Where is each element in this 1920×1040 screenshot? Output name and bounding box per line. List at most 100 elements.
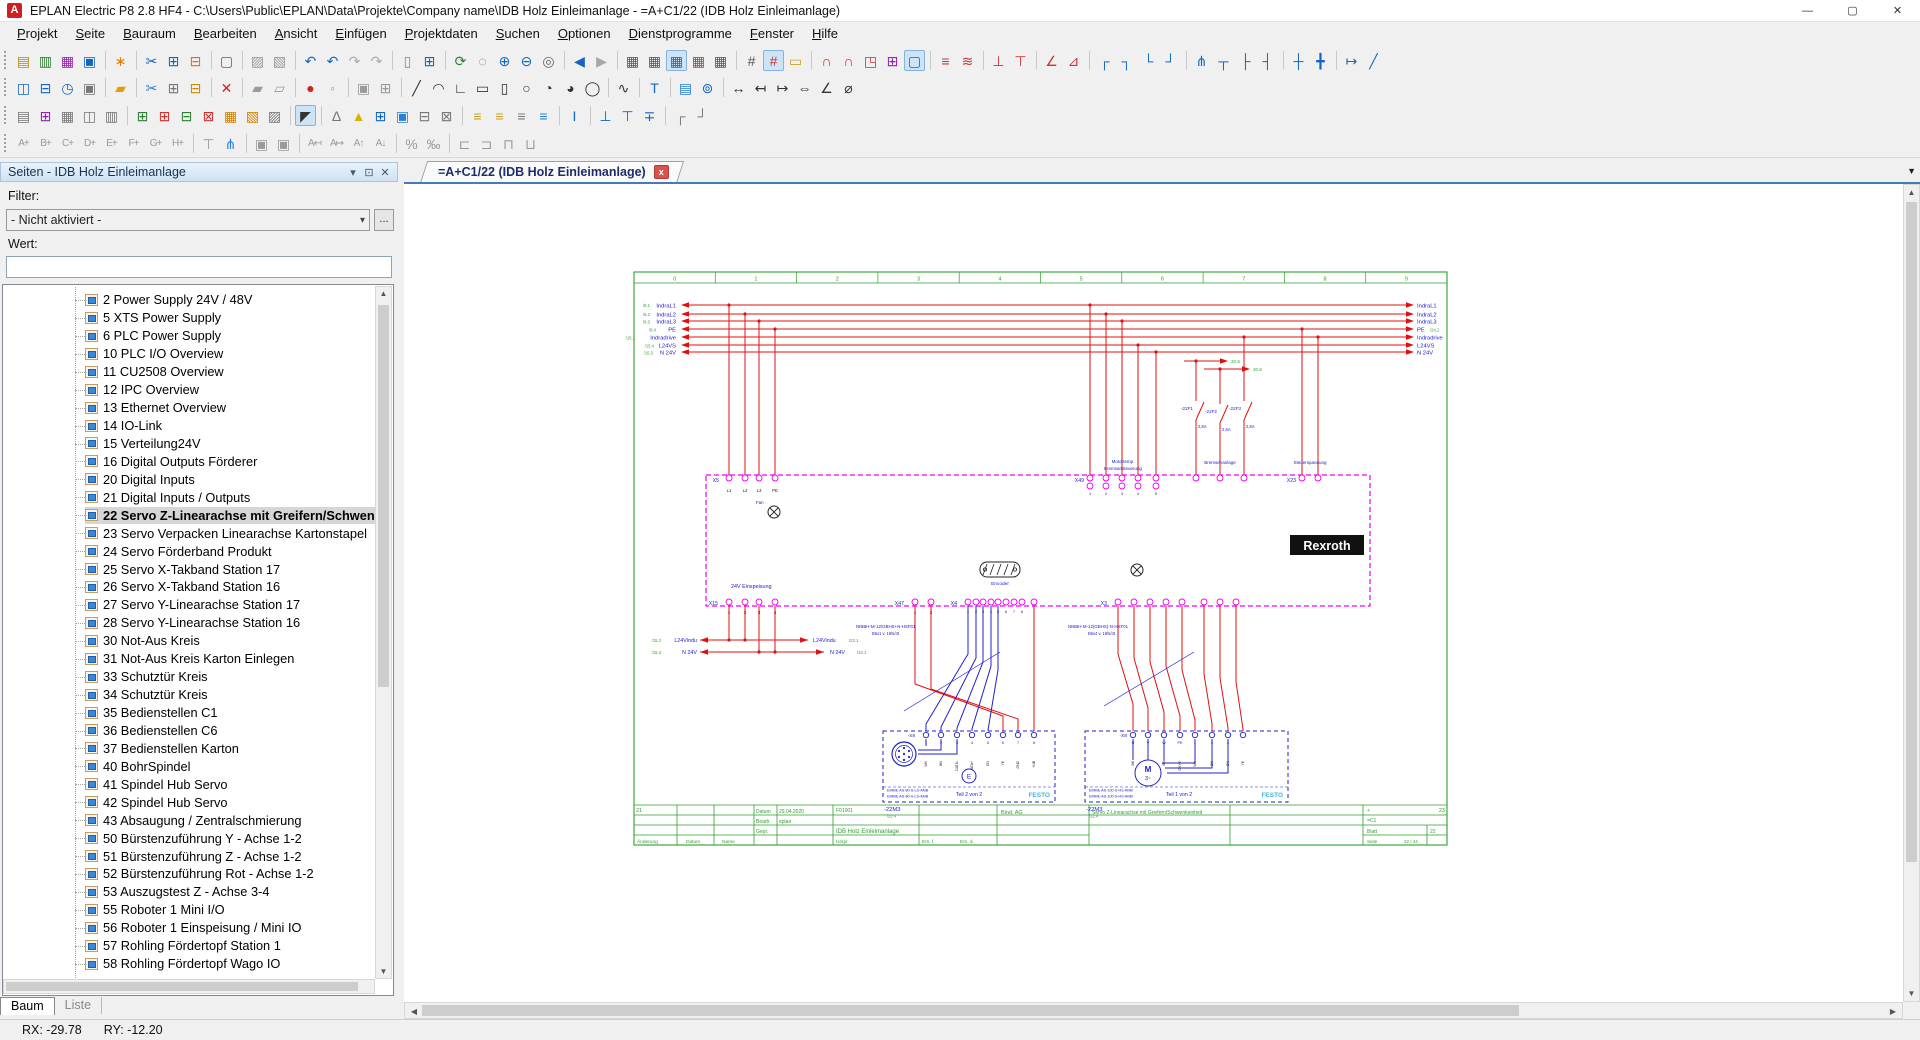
warning-icon[interactable]: ▲ (348, 105, 369, 126)
ellipse-icon[interactable]: ◯ (582, 77, 603, 98)
grip-br-icon[interactable]: ┘ (692, 105, 713, 126)
layers-4-icon[interactable]: ≡ (533, 105, 554, 126)
tree-item-page[interactable]: 42 Spindel Hub Servo (4, 793, 376, 811)
layers-1-icon[interactable]: ≡ (467, 105, 488, 126)
copy-icon[interactable]: ⊞ (163, 50, 184, 71)
copy-pages-icon[interactable]: ⊞ (163, 77, 184, 98)
magnet-off-icon[interactable]: ∩ (838, 50, 859, 71)
pin-top-icon[interactable]: ⊤ (617, 105, 638, 126)
align-l-icon[interactable]: ⊏ (454, 133, 475, 154)
undo-icon[interactable]: ↶ (300, 50, 321, 71)
align-d-icon[interactable]: ⊔ (520, 133, 541, 154)
align-bottom-icon[interactable]: ≡ (935, 50, 956, 71)
a-up-icon[interactable]: A↑ (348, 133, 369, 154)
toolbar-grip[interactable] (4, 51, 9, 69)
corner-snap-icon[interactable]: ◳ (860, 50, 881, 71)
window-tile-icon[interactable]: ◫ (13, 77, 34, 98)
toolbar-grip[interactable] (4, 78, 9, 96)
grid-size-icon[interactable]: # (741, 50, 762, 71)
print-icon[interactable]: ▣ (79, 50, 100, 71)
menu-item-einfügen[interactable]: Einfügen (326, 24, 395, 43)
tree-item-page[interactable]: 28 Servo Y-Linearachse Station 16 (4, 614, 376, 632)
pin-both-icon[interactable]: ∓ (639, 105, 660, 126)
pin-icon[interactable]: ⊡ (361, 166, 377, 179)
insert-table-icon[interactable]: ⊞ (419, 50, 440, 71)
window-zoom-icon[interactable]: ▢ (904, 49, 925, 71)
menu-item-hilfe[interactable]: Hilfe (803, 24, 847, 43)
tree-item-page[interactable]: 57 Rohling Fördertopf Station 1 (4, 937, 376, 955)
layers-2-icon[interactable]: ≡ (489, 105, 510, 126)
cut-pages-icon[interactable]: ✂ (141, 77, 162, 98)
format-brush-2-icon[interactable]: ▧ (269, 50, 290, 71)
node-full-icon[interactable]: ╋ (1310, 50, 1331, 71)
table-x-icon[interactable]: ⊠ (198, 105, 219, 126)
grid-1-icon[interactable]: ▦ (622, 50, 643, 71)
rectangle-2-icon[interactable]: ▯ (494, 77, 515, 98)
table-orange-2-icon[interactable]: ▧ (242, 105, 263, 126)
cut-icon[interactable]: ✂ (141, 50, 162, 71)
align-u-icon[interactable]: ⊓ (498, 133, 519, 154)
page-properties-icon[interactable]: ▦ (57, 50, 78, 71)
menu-item-bauraum[interactable]: Bauraum (114, 24, 185, 43)
tree-item-page[interactable]: 6 PLC Power Supply (4, 327, 376, 345)
letter-c-icon[interactable]: C+ (57, 133, 78, 154)
scroll-thumb[interactable] (6, 982, 358, 991)
tree-item-page[interactable]: 58 Rohling Fördertopf Wago IO (4, 955, 376, 973)
tree-item-page[interactable]: 25 Servo X-Takband Station 17 (4, 560, 376, 578)
schematic-canvas[interactable]: 0 1 2 3 4 5 6 7 8 9/8.1/8.2/8.3/8.4/15.1/15.4/15.… (404, 184, 1903, 1002)
circle-arc-icon[interactable]: ◔ (538, 77, 559, 98)
a-left-icon[interactable]: A↤ (304, 133, 325, 154)
close-button[interactable]: ✕ (1875, 0, 1920, 22)
arc-icon[interactable]: ◠ (428, 77, 449, 98)
tree-vertical-scrollbar[interactable]: ▲ ▼ (375, 286, 392, 979)
chevron-down-icon[interactable]: ▾ (345, 166, 361, 179)
tab-overflow-icon[interactable]: ▼ (1907, 166, 1916, 176)
tree-item-page[interactable]: 41 Spindel Hub Servo (4, 775, 376, 793)
window-split-icon[interactable]: ⊟ (35, 77, 56, 98)
scroll-left-icon[interactable]: ◀ (408, 1007, 420, 1016)
branch-y-icon[interactable]: ⋔ (1191, 50, 1212, 71)
circle-arc-2-icon[interactable]: ◕ (560, 77, 581, 98)
interruption-gray-icon[interactable]: ◦ (322, 77, 343, 98)
image-icon[interactable]: ▤ (675, 77, 696, 98)
menu-item-projekt[interactable]: Projekt (8, 24, 66, 43)
scroll-thumb[interactable] (378, 305, 389, 687)
dim-right-icon[interactable]: ↦ (772, 77, 793, 98)
tree-item-page[interactable]: 15 Verteilung24V (4, 435, 376, 453)
select-frame-icon[interactable]: ▢ (216, 50, 237, 71)
tree-item-page[interactable]: 34 Schutztür Kreis (4, 686, 376, 704)
delete-icon[interactable]: ✕ (216, 77, 237, 98)
tree-horizontal-scrollbar[interactable] (3, 979, 375, 994)
eraser-icon[interactable]: ▰ (247, 77, 268, 98)
device-del-icon[interactable]: ⊠ (436, 105, 457, 126)
settings-wrench-icon[interactable]: ∗ (110, 50, 131, 71)
wert-input[interactable] (6, 256, 392, 278)
letter-h-icon[interactable]: H+ (167, 133, 188, 154)
sym-branch-icon[interactable]: ⋔ (220, 133, 241, 154)
branch-t-icon[interactable]: ┬ (1213, 50, 1234, 71)
redo-history-icon[interactable]: ↷ (366, 50, 387, 71)
corner-tl-icon[interactable]: ┌ (1094, 50, 1115, 71)
grid-2-icon[interactable]: ▦ (644, 50, 665, 71)
back-icon[interactable]: ◀ (569, 50, 590, 71)
dim-linear-icon[interactable]: ↔ (728, 77, 749, 98)
branch-l-icon[interactable]: ├ (1235, 50, 1256, 71)
hyperlink-icon[interactable]: ⊚ (697, 77, 718, 98)
angle-1-icon[interactable]: ∠ (1041, 50, 1062, 71)
text-icon[interactable]: T (644, 77, 665, 98)
filter-dropdown[interactable]: - Nicht aktiviert - ▾ (6, 209, 370, 231)
report-templates-icon[interactable]: ▦ (57, 105, 78, 126)
menu-item-bearbeiten[interactable]: Bearbeiten (185, 24, 266, 43)
plug-icon[interactable]: ⊥ (988, 50, 1009, 71)
circle-icon[interactable]: ○ (516, 77, 537, 98)
tree-item-page[interactable]: 5 XTS Power Supply (4, 309, 376, 327)
tree-item-page[interactable]: 35 Bedienstellen C1 (4, 704, 376, 722)
table-green-icon[interactable]: ⊞ (132, 105, 153, 126)
zoom-in-icon[interactable]: ⊕ (494, 50, 515, 71)
tree-item-page[interactable]: 21 Digital Inputs / Outputs (4, 488, 376, 506)
letter-a-icon[interactable]: A+ (13, 133, 34, 154)
device-nav-icon[interactable]: ⊟ (414, 105, 435, 126)
percent-icon[interactable]: % (401, 133, 422, 154)
scroll-thumb[interactable] (422, 1005, 1519, 1016)
menu-item-dienstprogramme[interactable]: Dienstprogramme (620, 24, 741, 43)
